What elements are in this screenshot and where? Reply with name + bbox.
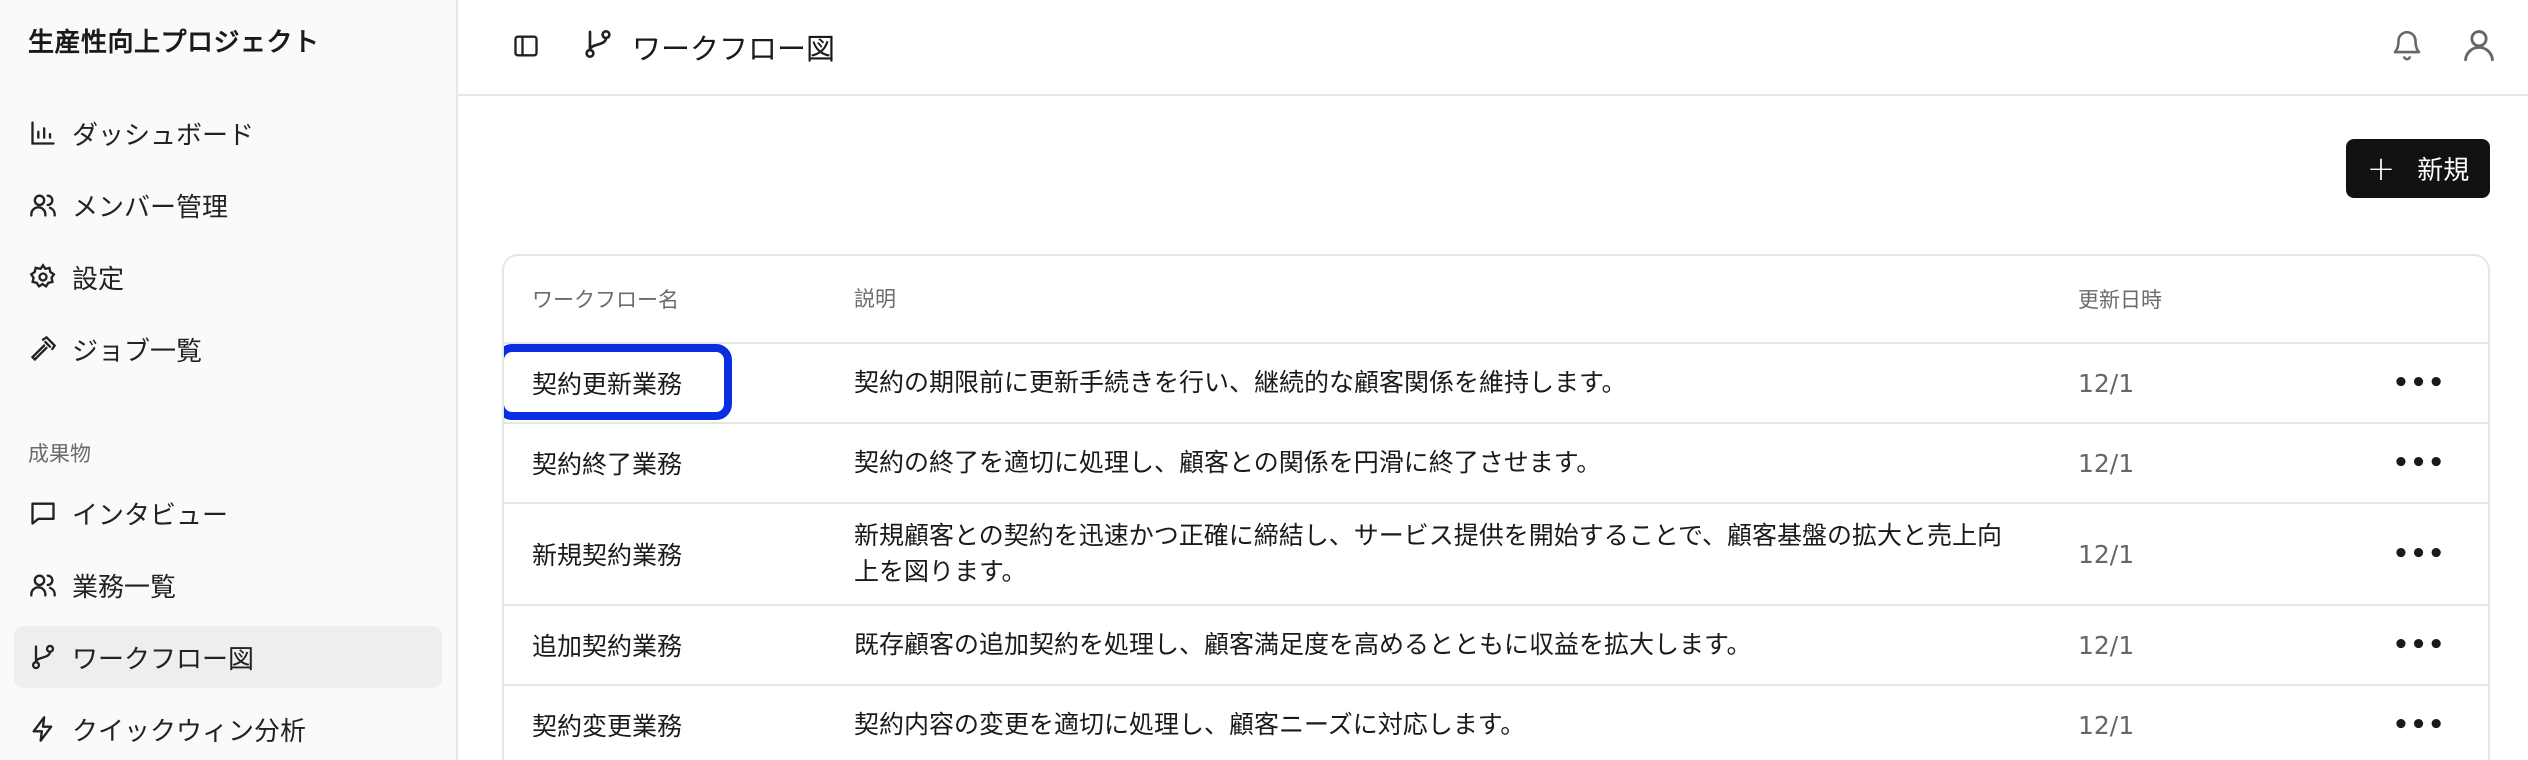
section-label-artifacts: 成果物 [28, 442, 91, 466]
project-title: 生産性向上プロジェクト [28, 28, 320, 58]
table-row[interactable]: 契約更新業務 契約の期限前に更新手続きを行い、継続的な顧客関係を維持します。 1… [504, 344, 2488, 424]
workflow-name[interactable]: 契約変更業務 [532, 686, 832, 760]
users-icon [28, 570, 58, 600]
column-header-name[interactable]: ワークフロー名 [532, 256, 832, 342]
sidebar-toggle-icon[interactable] [506, 26, 546, 66]
users-icon [28, 190, 58, 220]
workflow-description: 契約の終了を適切に処理し、顧客との関係を円滑に終了させます。 [854, 448, 1602, 477]
table-row[interactable]: 新規契約業務 新規顧客との契約を迅速かつ正確に締結し、サービス提供を開始すること… [504, 504, 2488, 606]
sidebar-item-label: クイックウィン分析 [72, 716, 307, 747]
topbar: ワークフロー図 [458, 0, 2528, 96]
git-branch-icon [578, 24, 618, 64]
sidebar-item-label: 業務一覧 [72, 572, 177, 603]
table-row[interactable]: 契約変更業務 契約内容の変更を適切に処理し、顧客ニーズに対応します。 12/1 … [504, 686, 2488, 760]
sidebar-item-workflow[interactable]: ワークフロー図 [14, 626, 442, 688]
row-menu-icon[interactable]: ••• [2393, 606, 2445, 684]
bar-chart-icon [28, 118, 58, 148]
sidebar-item-label: ダッシュボード [72, 120, 255, 151]
row-menu-icon[interactable]: ••• [2393, 344, 2445, 422]
row-menu-icon[interactable]: ••• [2393, 504, 2445, 604]
user-icon[interactable] [2456, 22, 2502, 68]
page-title: ワークフロー図 [632, 32, 836, 66]
sidebar-item-label: インタビュー [72, 500, 229, 531]
workflow-updated: 12/1 [2078, 710, 2135, 740]
sidebar: 生産性向上プロジェクト ダッシュボード メンバー管理 設定 ジョブ一覧 成果物 … [0, 0, 458, 760]
workflow-updated: 12/1 [2078, 630, 2135, 660]
lightning-icon [28, 714, 58, 744]
workflow-table: ワークフロー名 説明 更新日時 契約更新業務 契約の期限前に更新手続きを行い、継… [502, 254, 2490, 760]
sidebar-item-label: メンバー管理 [72, 192, 229, 223]
workflow-description: 契約の期限前に更新手続きを行い、継続的な顧客関係を維持します。 [854, 368, 1627, 397]
main-content: ワークフロー図 + 新規 ワークフロー名 説明 更新日時 契約更新業務 契約の期… [458, 0, 2528, 760]
new-button-label: 新規 [2417, 156, 2470, 186]
table-row[interactable]: 契約終了業務 契約の終了を適切に処理し、顧客との関係を円滑に終了させます。 12… [504, 424, 2488, 504]
workflow-description: 契約内容の変更を適切に処理し、顧客ニーズに対応します。 [854, 710, 1526, 739]
workflow-name[interactable]: 追加契約業務 [532, 606, 832, 684]
message-icon [28, 498, 58, 528]
workflow-updated: 12/1 [2078, 448, 2135, 478]
column-header-updated[interactable]: 更新日時 [2078, 256, 2278, 342]
sidebar-item-jobs[interactable]: ジョブ一覧 [14, 318, 442, 380]
table-row[interactable]: 追加契約業務 既存顧客の追加契約を処理し、顧客満足度を高めるとともに収益を拡大し… [504, 606, 2488, 686]
plus-icon: + [2366, 148, 2396, 189]
gear-icon [28, 262, 58, 292]
workflow-description: 新規顧客との契約を迅速かつ正確に締結し、サービス提供を開始することで、顧客基盤の… [854, 521, 2003, 586]
sidebar-item-label: 設定 [72, 264, 125, 295]
sidebar-item-label: ジョブ一覧 [72, 336, 203, 367]
sidebar-item-dashboard[interactable]: ダッシュボード [14, 102, 442, 164]
sidebar-item-quickwin[interactable]: クイックウィン分析 [14, 698, 442, 760]
bell-icon[interactable] [2386, 24, 2428, 66]
sidebar-item-settings[interactable]: 設定 [14, 246, 442, 308]
sidebar-item-tasks[interactable]: 業務一覧 [14, 554, 442, 616]
workflow-name[interactable]: 新規契約業務 [532, 504, 832, 604]
workflow-description: 既存顧客の追加契約を処理し、顧客満足度を高めるとともに収益を拡大します。 [854, 630, 1752, 659]
table-header: ワークフロー名 説明 更新日時 [504, 256, 2488, 344]
sidebar-item-label: ワークフロー図 [72, 644, 255, 675]
row-menu-icon[interactable]: ••• [2393, 686, 2445, 760]
sidebar-item-interview[interactable]: インタビュー [14, 482, 442, 544]
new-workflow-button[interactable]: + 新規 [2346, 139, 2490, 198]
workflow-updated: 12/1 [2078, 539, 2135, 569]
hammer-icon [28, 334, 58, 364]
row-menu-icon[interactable]: ••• [2393, 424, 2445, 502]
workflow-updated: 12/1 [2078, 368, 2135, 398]
sidebar-item-members[interactable]: メンバー管理 [14, 174, 442, 236]
column-header-description[interactable]: 説明 [854, 256, 2014, 342]
git-branch-icon [28, 642, 58, 672]
workflow-name[interactable]: 契約終了業務 [532, 424, 832, 502]
workflow-name[interactable]: 契約更新業務 [532, 344, 832, 422]
